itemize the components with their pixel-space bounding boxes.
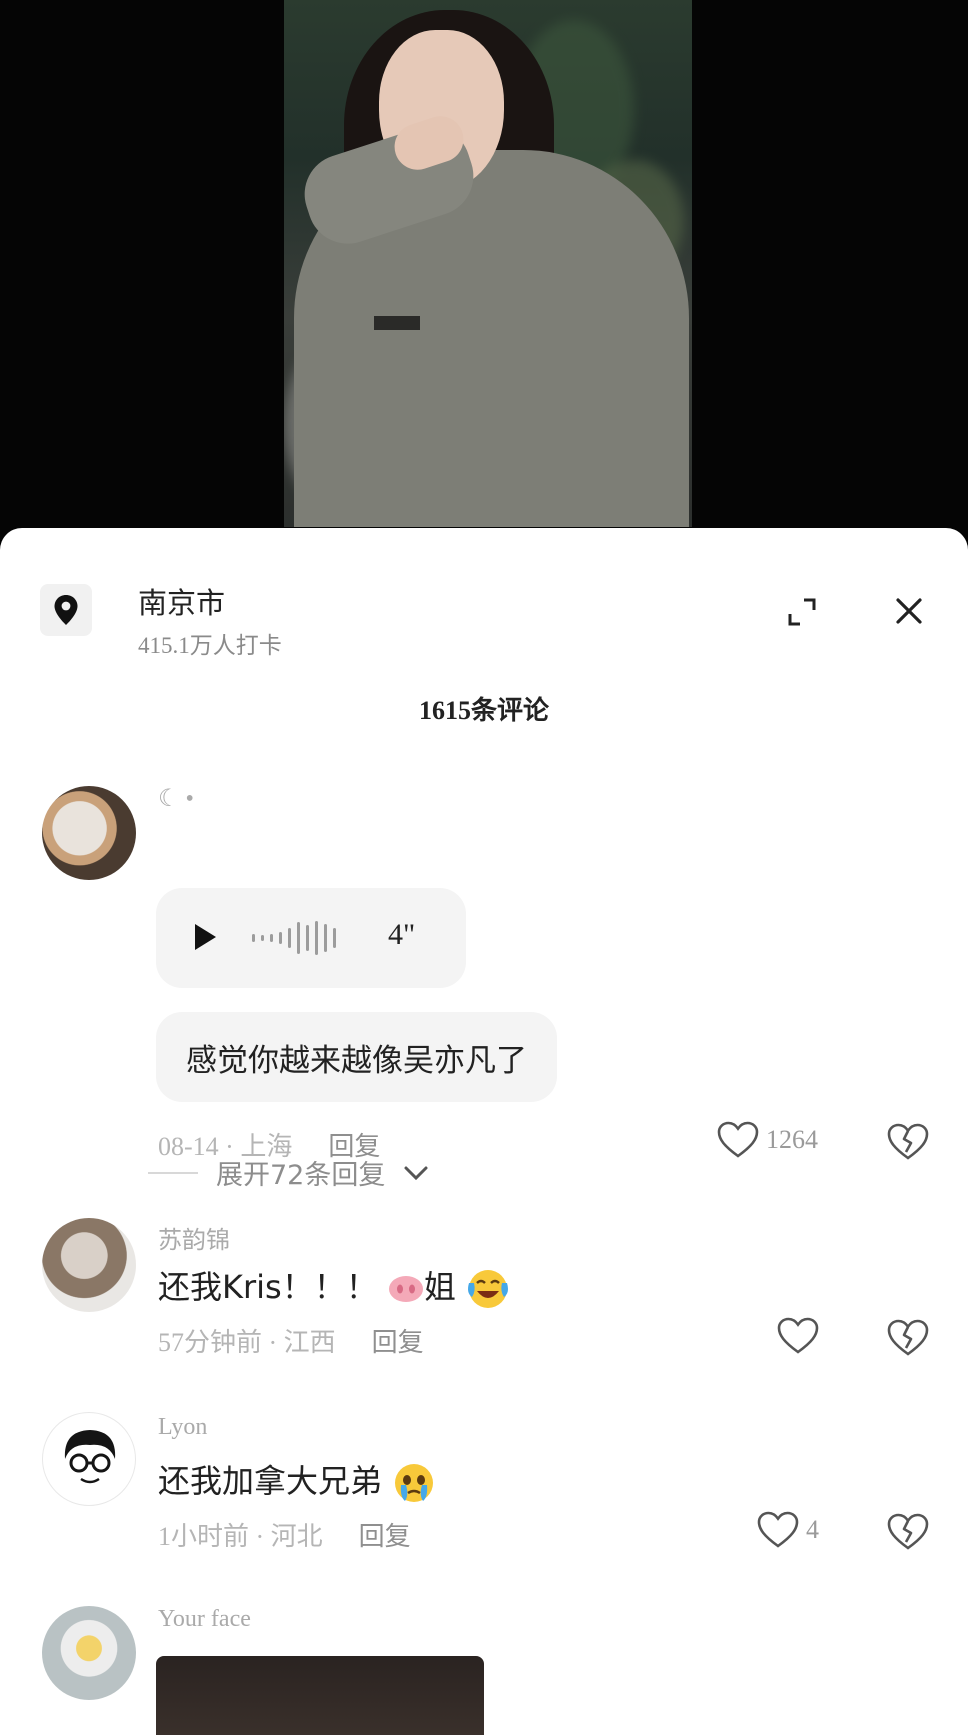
comment-text: 还我Kris！！！ 姐 (158, 1262, 510, 1311)
avatar[interactable] (42, 1218, 136, 1312)
reply-button[interactable]: 回复 (359, 1522, 411, 1551)
comment-sheet: 南京市 415.1万人打卡 1615条评论 ☾ • 4" 感觉你越来越像吴亦凡了… (0, 528, 968, 1735)
comment-text: 还我加拿大兄弟 (158, 1456, 436, 1505)
broken-heart-icon[interactable] (886, 1512, 930, 1554)
video-player[interactable] (0, 0, 968, 540)
comment-meta: 57分钟前 · 江西 回复 (158, 1322, 424, 1359)
chevron-down-icon (404, 1166, 428, 1180)
comment-text: 感觉你越来越像吴亦凡了 (156, 1012, 557, 1102)
heart-outline-icon (757, 1511, 799, 1548)
avatar[interactable] (42, 786, 136, 880)
comment-username[interactable]: Your face (158, 1606, 251, 1633)
audio-waveform (252, 920, 336, 956)
comment-username[interactable]: ☾ • (158, 784, 194, 813)
expand-replies-label: 展开72条回复 (216, 1160, 386, 1191)
close-icon[interactable] (890, 592, 928, 630)
heart-outline-icon (717, 1121, 759, 1158)
location-name[interactable]: 南京市 (138, 580, 225, 622)
play-icon[interactable] (192, 922, 218, 956)
like-button[interactable]: 1264 (716, 1120, 818, 1160)
comment-text-main: 还我Kris！！！ (158, 1268, 378, 1306)
like-count: 4 (806, 1515, 819, 1544)
location-header[interactable]: 南京市 415.1万人打卡 (40, 580, 928, 660)
voice-message[interactable]: 4" (156, 888, 466, 988)
heart-outline-icon (777, 1317, 819, 1354)
comment-text-suffix: 姐 (423, 1268, 456, 1306)
like-button[interactable] (776, 1316, 826, 1356)
comment-item: Lyon 还我加拿大兄弟 1小时前 · 河北 回复 4 (0, 1412, 968, 1582)
location-pin-icon (40, 584, 92, 636)
comment-date-location: 57分钟前 · 江西 (158, 1328, 336, 1357)
comment-date-location: 1小时前 · 河北 (158, 1522, 323, 1551)
comment-count-title: 1615条评论 (418, 696, 549, 725)
location-checkins: 415.1万人打卡 (138, 633, 282, 658)
like-count: 1264 (766, 1125, 818, 1154)
like-button[interactable]: 4 (756, 1510, 819, 1550)
broken-heart-icon[interactable] (886, 1318, 930, 1360)
comment-text-main: 还我加拿大兄弟 (158, 1462, 383, 1500)
comment-item: 苏韵锦 还我Kris！！！ 姐 57分钟前 · 江西 回复 (0, 1218, 968, 1388)
voice-duration: 4" (388, 918, 416, 951)
reply-button[interactable]: 回复 (372, 1328, 424, 1357)
pig-nose-emoji-icon (388, 1276, 423, 1302)
comment-image[interactable] (156, 1656, 484, 1735)
video-frame[interactable] (284, 0, 692, 527)
avatar[interactable] (42, 1606, 136, 1700)
comment-username[interactable]: 苏韵锦 (158, 1220, 230, 1255)
comment-username[interactable]: Lyon (158, 1414, 207, 1441)
avatar[interactable] (42, 1412, 136, 1506)
crying-laughing-emoji-icon (468, 1270, 509, 1308)
expand-replies-button[interactable]: 展开72条回复 (148, 1153, 429, 1192)
comment-meta: 1小时前 · 河北 回复 (158, 1516, 411, 1553)
crying-emoji-icon (395, 1464, 434, 1502)
comment-item: ☾ • 4" 感觉你越来越像吴亦凡了 08-14 · 上海 回复 1264 (0, 784, 968, 1224)
comment-item: Your face (0, 1604, 968, 1735)
broken-heart-icon[interactable] (886, 1122, 930, 1164)
expand-icon[interactable] (784, 594, 820, 630)
